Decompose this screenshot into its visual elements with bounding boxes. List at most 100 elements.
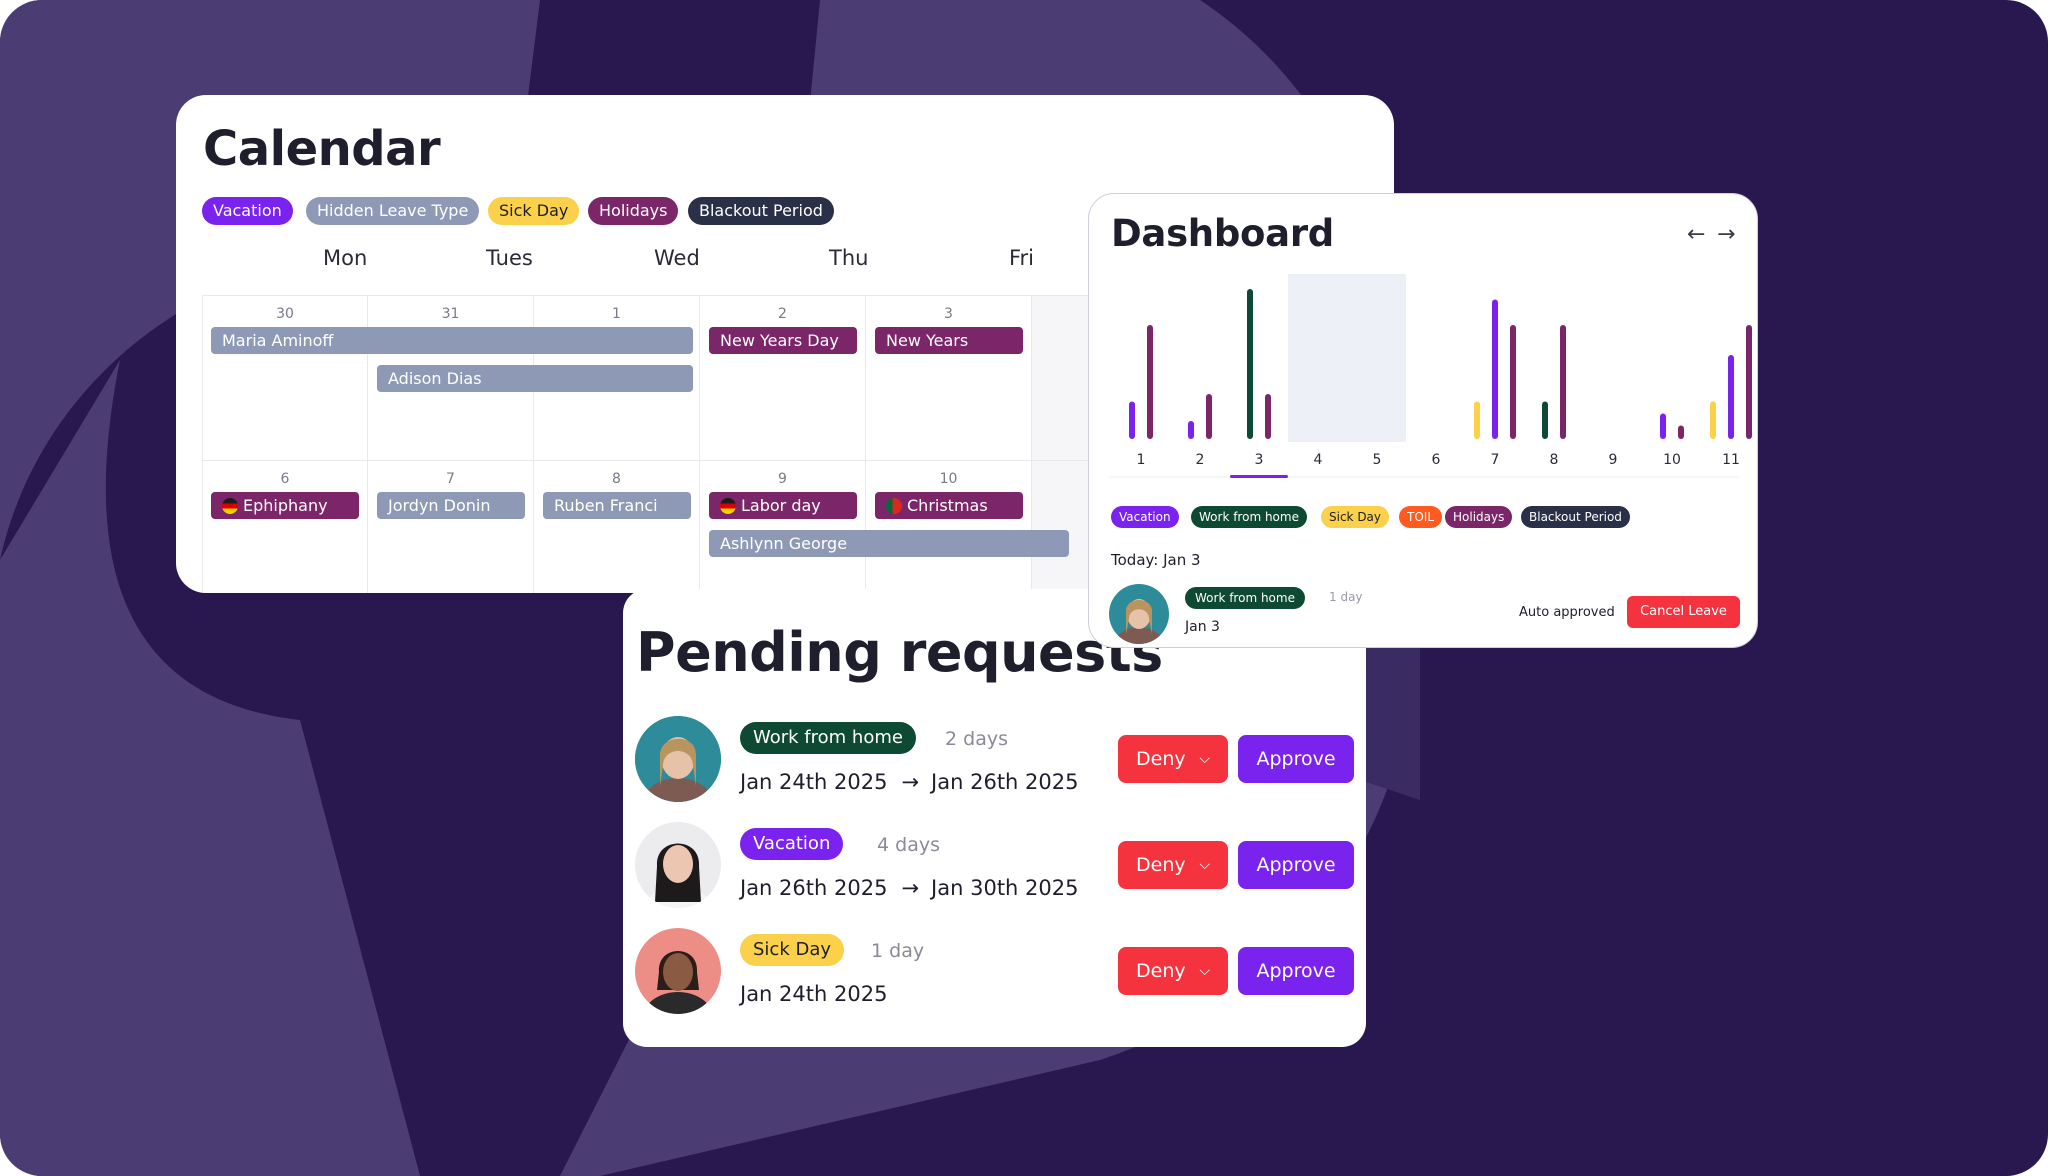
event-ephiphany[interactable]: Ephiphany — [211, 492, 359, 519]
today-date: Jan 3 — [1185, 619, 1220, 635]
deny-button[interactable]: Deny ⌵ — [1118, 947, 1228, 995]
dashboard-title: Dashboard — [1111, 212, 1334, 255]
leave-bar-chart: 1 2 3 4 5 6 7 8 9 10 11 — [1109, 274, 1752, 478]
today-type-badge: Work from home — [1185, 587, 1305, 609]
x-tick-label: 8 — [1550, 452, 1559, 468]
arrow-right-icon: → — [901, 770, 920, 794]
event-ashlynn-george[interactable]: Ashlynn George — [709, 530, 1069, 557]
weekday-tues: Tues — [486, 246, 533, 270]
x-tick-label: 1 — [1137, 452, 1146, 468]
legend-sick-day[interactable]: Sick Day — [488, 197, 580, 225]
legend-holidays[interactable]: Holidays — [1445, 506, 1513, 528]
bar-holidays-3 — [1265, 394, 1271, 439]
day-number: 31 — [441, 306, 460, 322]
day-number: 2 — [778, 306, 787, 322]
legend-toil[interactable]: TOIL — [1399, 506, 1442, 528]
today-duration: 1 day — [1329, 590, 1363, 604]
event-new-years-day[interactable]: New Years Day — [709, 327, 857, 354]
legend-sick-day[interactable]: Sick Day — [1321, 506, 1390, 528]
bar-work-from-home-8 — [1542, 401, 1548, 439]
deny-label: Deny — [1136, 854, 1186, 876]
day-cell[interactable]: 30 — [202, 295, 368, 461]
request-type-badge: Sick Day — [740, 934, 845, 966]
deny-button[interactable]: Deny ⌵ — [1118, 735, 1228, 783]
avatar — [635, 822, 721, 908]
x-tick-label: 6 — [1432, 452, 1441, 468]
day-cell[interactable]: 3 — [866, 295, 1032, 461]
pending-requests-card: Pending requests Work from home 2 days J… — [623, 589, 1366, 1047]
pending-requests-title: Pending requests — [636, 621, 1163, 684]
today-label: Today: Jan 3 — [1111, 551, 1201, 569]
highlight-column — [1288, 274, 1406, 442]
x-tick-label: 11 — [1722, 452, 1740, 468]
legend-vacation[interactable]: Vacation — [1111, 506, 1179, 528]
chevron-down-icon: ⌵ — [1199, 963, 1210, 979]
event-maria-aminoff[interactable]: Maria Aminoff — [211, 327, 693, 354]
bar-holidays-11 — [1746, 325, 1752, 439]
event-label: Labor day — [741, 496, 821, 515]
x-tick-label: 10 — [1663, 452, 1681, 468]
approve-button[interactable]: Approve — [1238, 947, 1354, 995]
event-label: Christmas — [907, 496, 988, 515]
calendar-grid: 30 31 1 2 3 6 7 8 9 10 Maria Aminoff Adi… — [202, 295, 1198, 593]
bar-sick-day-7 — [1474, 401, 1480, 439]
event-new-years[interactable]: New Years — [875, 327, 1023, 354]
calendar-title: Calendar — [203, 121, 441, 177]
legend-hidden-leave-type[interactable]: Hidden Leave Type — [306, 197, 480, 225]
request-row: Work from home 2 days Jan 24th 2025 → Jan … — [635, 716, 1355, 804]
request-start-date: Jan 24th 2025 — [740, 982, 888, 1006]
day-cell[interactable]: 2 — [700, 295, 866, 461]
bar-holidays-10 — [1678, 425, 1684, 439]
request-duration: 2 days — [945, 728, 1008, 750]
germany-flag-icon — [222, 498, 238, 514]
legend-work-from-home[interactable]: Work from home — [1191, 506, 1307, 528]
bar-vacation-7 — [1492, 299, 1498, 439]
bar-work-from-home-3 — [1247, 289, 1253, 439]
x-tick-label: 4 — [1314, 452, 1323, 468]
day-number: 9 — [778, 471, 787, 487]
request-start-date: Jan 26th 2025 — [740, 876, 888, 900]
event-ruben-franci[interactable]: Ruben Franci — [543, 492, 691, 519]
legend-holidays[interactable]: Holidays — [588, 197, 679, 225]
cancel-leave-button[interactable]: Cancel Leave — [1627, 596, 1740, 628]
event-christmas[interactable]: Christmas — [875, 492, 1023, 519]
deny-button[interactable]: Deny ⌵ — [1118, 841, 1228, 889]
day-cell[interactable]: 10 — [866, 461, 1032, 593]
day-cell[interactable]: 8 — [534, 461, 700, 593]
chevron-down-icon: ⌵ — [1199, 857, 1210, 873]
day-number: 10 — [939, 471, 958, 487]
x-tick-label: 3 — [1255, 452, 1264, 468]
bar-vacation-10 — [1660, 413, 1666, 439]
bar-holidays-2 — [1206, 394, 1212, 439]
arrow-left-icon[interactable]: ← — [1687, 222, 1705, 247]
weekday-mon: Mon — [323, 246, 368, 270]
germany-flag-icon — [720, 498, 736, 514]
approve-button[interactable]: Approve — [1238, 735, 1354, 783]
day-cell[interactable]: 9 — [700, 461, 866, 593]
weekday-thu: Thu — [829, 246, 869, 270]
legend-vacation[interactable]: Vacation — [202, 197, 293, 225]
approve-button[interactable]: Approve — [1238, 841, 1354, 889]
deny-label: Deny — [1136, 960, 1186, 982]
x-tick-label: 9 — [1609, 452, 1618, 468]
bar-vacation-2 — [1188, 421, 1194, 439]
x-tick-label: 2 — [1196, 452, 1205, 468]
bar-holidays-7 — [1510, 325, 1516, 439]
day-cell[interactable]: 6 — [202, 461, 368, 593]
event-labor-day[interactable]: Labor day — [709, 492, 857, 519]
legend-blackout-period[interactable]: Blackout Period — [1521, 506, 1630, 528]
request-dates: Jan 24th 2025 — [740, 982, 887, 1006]
request-dates: Jan 24th 2025 → Jan 26th 2025 — [740, 770, 1078, 794]
selected-day-indicator — [1230, 475, 1288, 478]
portugal-flag-icon — [886, 498, 902, 514]
arrow-right-icon[interactable]: → — [1717, 222, 1735, 247]
avatar — [635, 928, 721, 1014]
event-jordyn-donin[interactable]: Jordyn Donin — [377, 492, 525, 519]
day-cell[interactable]: 7 — [368, 461, 534, 593]
weekday-wed: Wed — [654, 246, 700, 270]
event-adison-dias[interactable]: Adison Dias — [377, 365, 693, 392]
day-number: 3 — [944, 306, 953, 322]
event-label: Ephiphany — [243, 496, 328, 515]
legend-blackout-period[interactable]: Blackout Period — [688, 197, 834, 225]
request-start-date: Jan 24th 2025 — [740, 770, 888, 794]
